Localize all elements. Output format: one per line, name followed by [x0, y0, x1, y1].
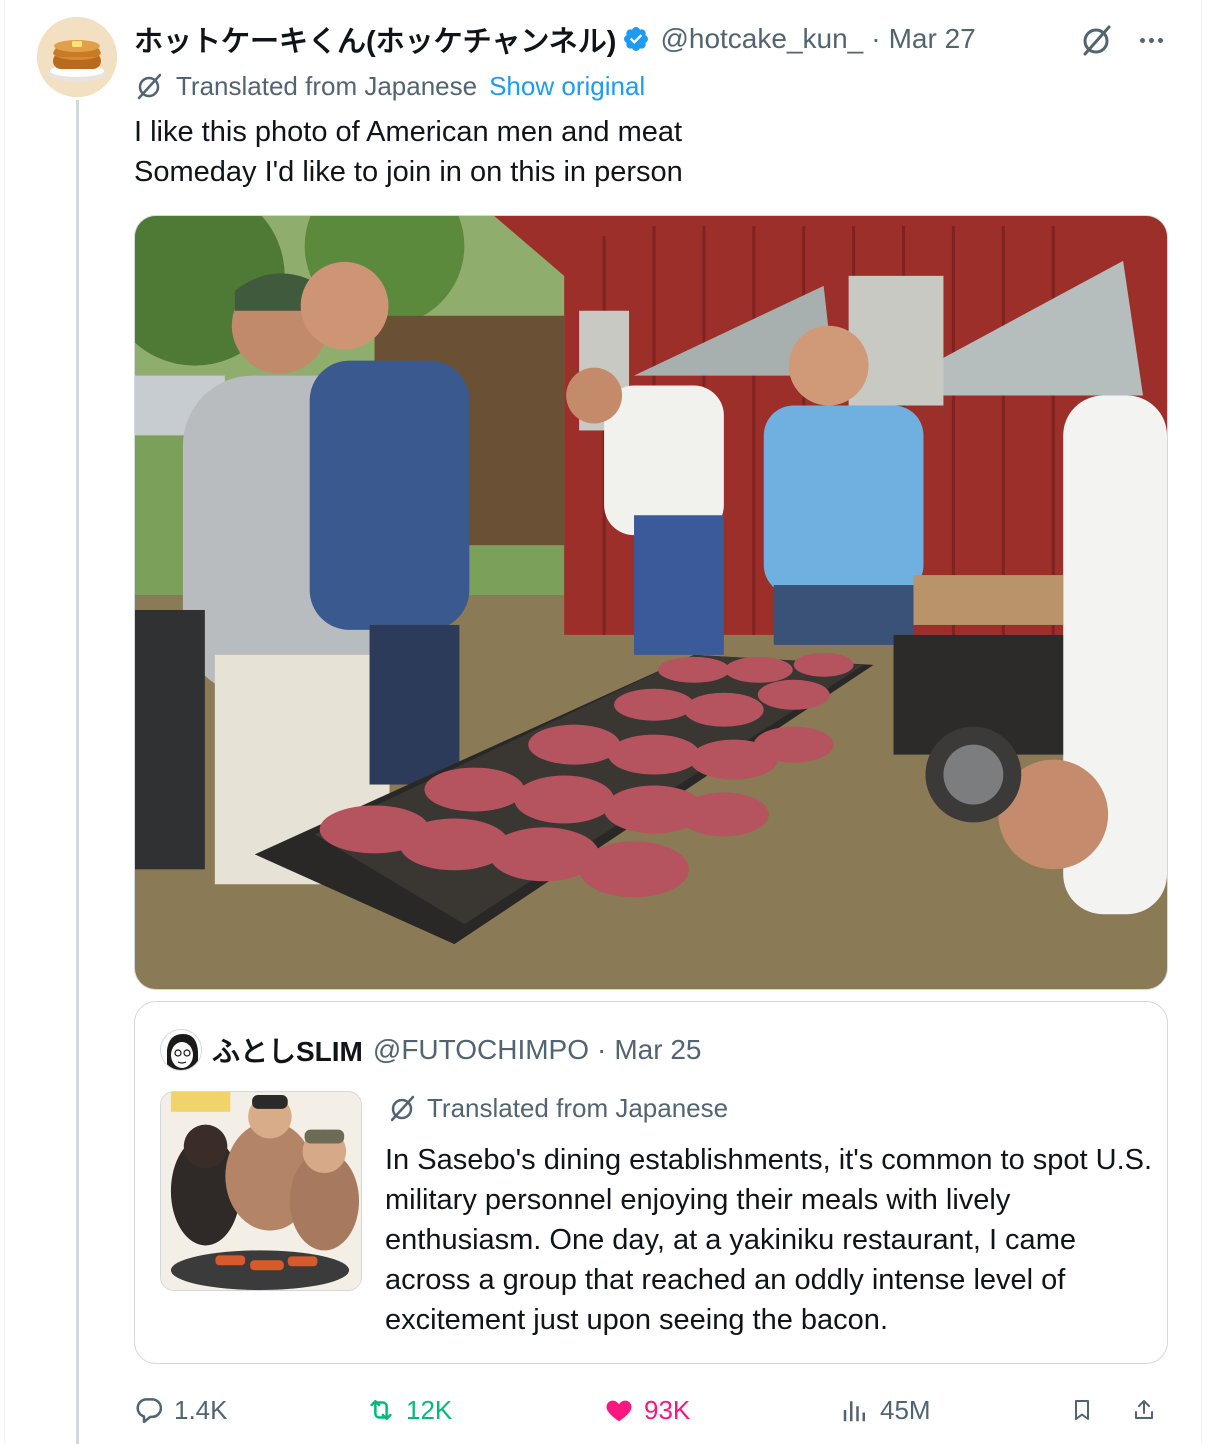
- quoted-tweet-text: In Sasebo's dining establishments, it's …: [385, 1144, 1153, 1336]
- like-button[interactable]: 93K: [604, 1390, 690, 1430]
- separator-dot: ·: [871, 23, 881, 54]
- quoted-author-avatar[interactable]: [160, 1029, 202, 1071]
- repost-count: 12K: [406, 1394, 453, 1425]
- right-border: [1201, 0, 1202, 1444]
- quoted-tweet-date[interactable]: Mar 25: [614, 1034, 701, 1066]
- pancake-avatar-icon: [37, 17, 117, 97]
- author-display-name[interactable]: ホットケーキくん(ホッケチャンネル): [134, 18, 616, 60]
- views-chart-icon: [843, 1401, 865, 1422]
- share-button[interactable]: [1132, 1390, 1166, 1430]
- repost-icon: [370, 1400, 392, 1420]
- more-options-icon[interactable]: [1132, 22, 1170, 58]
- reply-icon: [136, 1398, 163, 1424]
- quoted-tweet-thumbnail[interactable]: [160, 1091, 362, 1291]
- left-border: [4, 0, 5, 1444]
- quoted-translation-notice: Translated from Japanese: [387, 1090, 728, 1126]
- quoted-author-name[interactable]: ふとしSLIM: [212, 1030, 363, 1070]
- view-count: 45M: [880, 1394, 931, 1425]
- views-button[interactable]: 45M: [840, 1390, 931, 1430]
- translation-notice: Translated from Japanese Show original: [134, 68, 645, 104]
- quoted-translated-label: Translated from Japanese: [427, 1092, 729, 1123]
- bbq-grill-photo-icon: [135, 216, 1167, 989]
- bookmark-icon: [1075, 1400, 1089, 1420]
- translated-label: Translated from Japanese: [176, 70, 478, 101]
- bookmark-button[interactable]: [1070, 1390, 1104, 1430]
- tweet-action-bar: 1.4K 12K 93K 45M: [134, 1390, 1174, 1430]
- tweet-text: I like this photo of American men and me…: [134, 112, 1174, 192]
- tweet-text-line: I like this photo of American men and me…: [134, 116, 683, 148]
- manga-yakiniku-illustration-icon: [161, 1092, 361, 1290]
- show-original-link[interactable]: Show original: [489, 71, 645, 102]
- translate-icon[interactable]: [1078, 22, 1114, 58]
- tweet-date[interactable]: Mar 27: [889, 23, 976, 55]
- manga-face-avatar-icon: [161, 1030, 201, 1070]
- quoted-author-handle[interactable]: @FUTOCHIMPO: [373, 1034, 589, 1066]
- share-icon: [1135, 1400, 1153, 1419]
- quoted-tweet[interactable]: ふとしSLIM @FUTOCHIMPO · Mar 25 Translated …: [134, 1001, 1168, 1364]
- verified-badge-icon: [624, 27, 649, 51]
- separator-dot: ·: [597, 1034, 607, 1065]
- reply-count: 1.4K: [174, 1394, 228, 1425]
- thread-line: [76, 100, 79, 1444]
- heart-icon: [606, 1400, 632, 1422]
- tweet-text-line: Someday I'd like to join in on this in p…: [134, 156, 683, 188]
- like-count: 93K: [644, 1394, 691, 1425]
- author-handle[interactable]: @hotcake_kun_: [660, 23, 863, 55]
- tweet-header: ホットケーキくん(ホッケチャンネル) @hotcake_kun_ · Mar 2…: [134, 18, 976, 60]
- reply-button[interactable]: 1.4K: [134, 1390, 228, 1430]
- translate-icon: [390, 1095, 415, 1122]
- repost-button[interactable]: 12K: [366, 1390, 452, 1430]
- quoted-tweet-header: ふとしSLIM @FUTOCHIMPO · Mar 25: [160, 1028, 702, 1072]
- translate-icon: [137, 73, 162, 100]
- tweet-photo[interactable]: [134, 215, 1168, 990]
- author-avatar[interactable]: [37, 17, 117, 97]
